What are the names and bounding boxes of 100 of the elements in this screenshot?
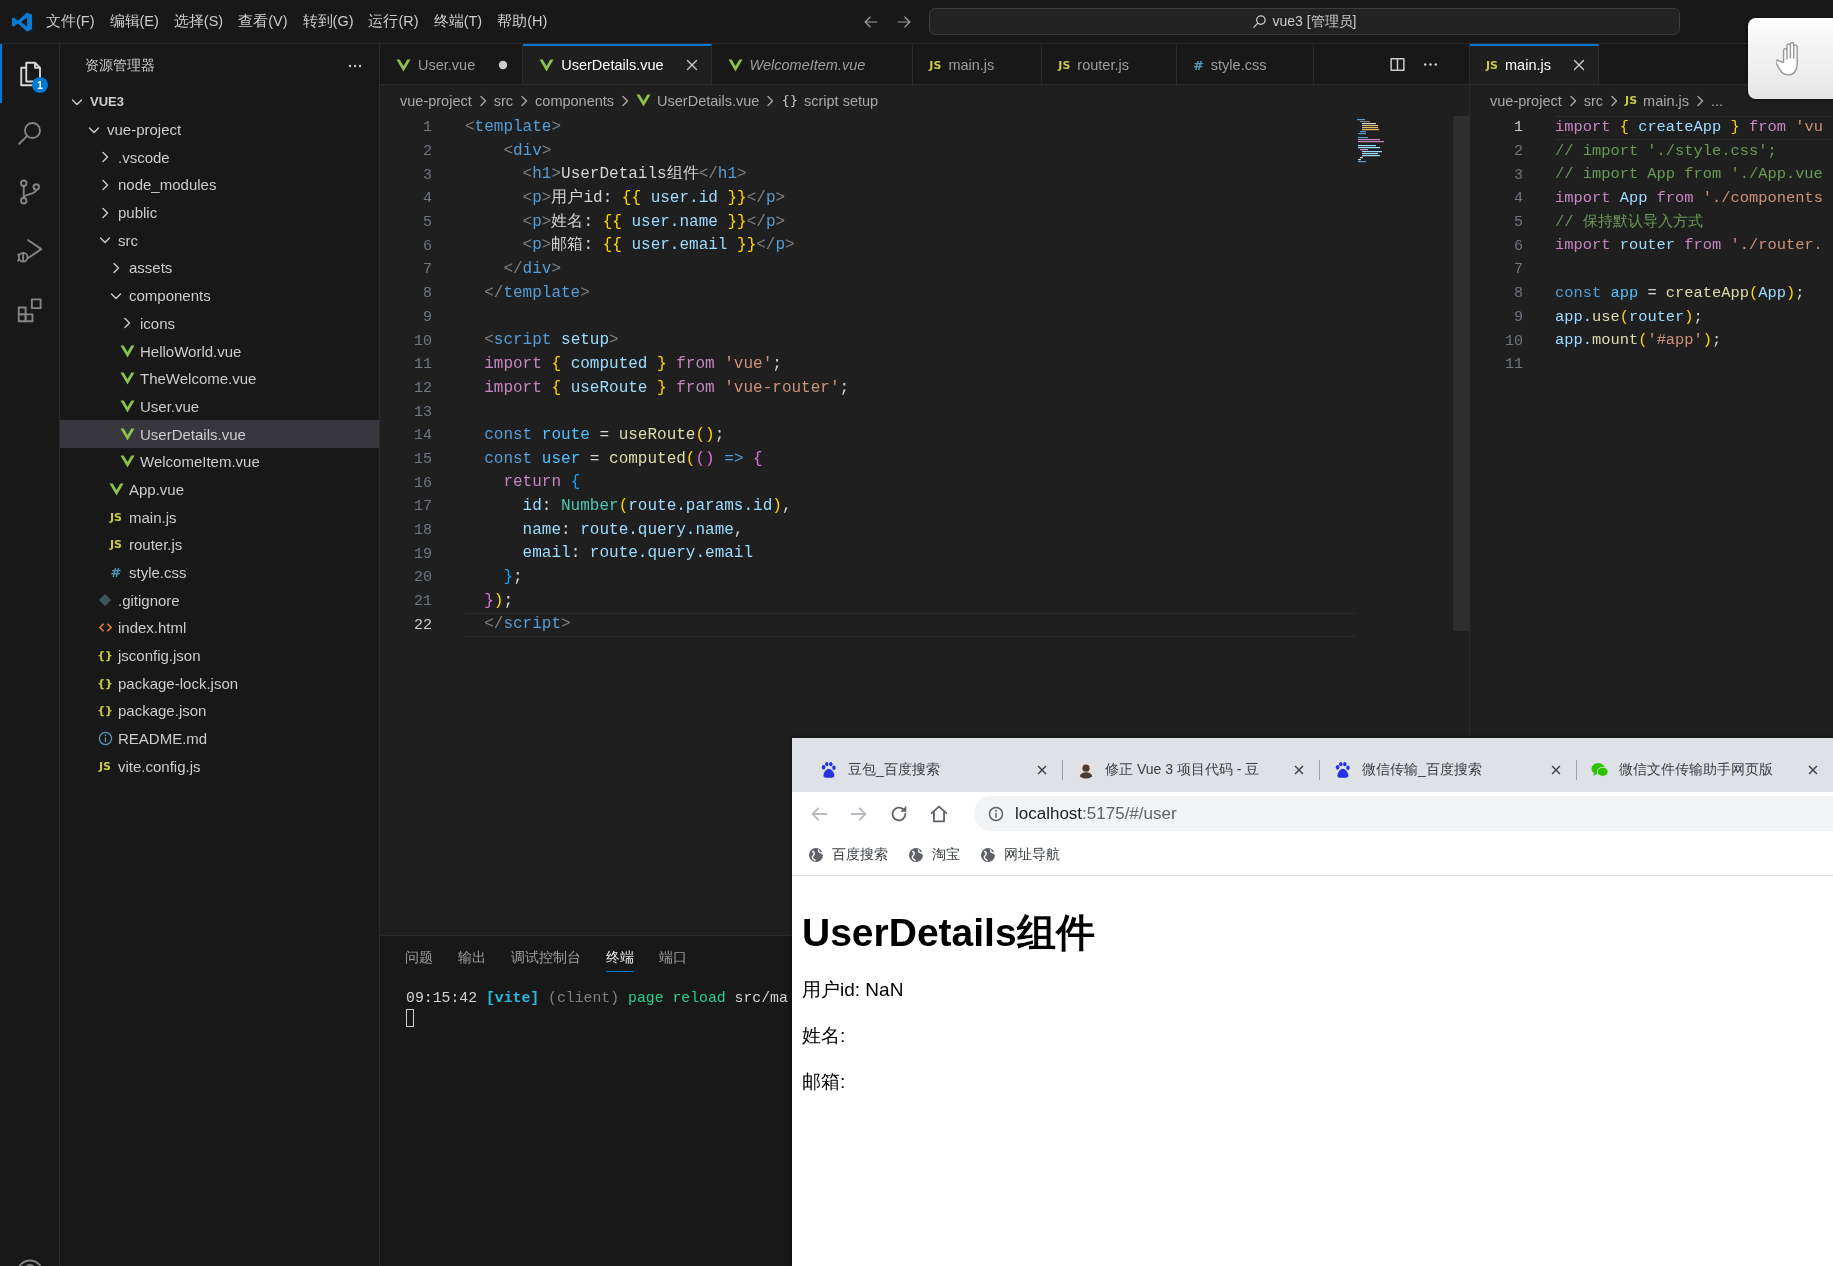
menu-item[interactable]: 查看(V) bbox=[238, 12, 288, 31]
search-field[interactable]: vue3 [管理员] bbox=[929, 8, 1680, 35]
tree-item[interactable]: README.md bbox=[60, 724, 379, 753]
panel-tab[interactable]: 问题 bbox=[405, 944, 433, 972]
file-icon: {} bbox=[97, 649, 113, 663]
tree-item[interactable]: {} jsconfig.json bbox=[60, 641, 379, 670]
code-line: }; bbox=[502, 567, 524, 589]
tree-item[interactable]: index.html bbox=[60, 614, 379, 642]
breadcrumb-item[interactable]: src bbox=[1583, 92, 1604, 109]
tree-item[interactable]: public bbox=[60, 198, 379, 227]
globe-icon bbox=[808, 847, 824, 863]
notification-badge: 1 bbox=[32, 77, 48, 93]
line-number: 4 bbox=[422, 190, 432, 208]
browser-tab[interactable]: 修正 Vue 3 项目代码 - 豆 bbox=[1063, 748, 1320, 792]
panel-tab[interactable]: 终端 bbox=[606, 944, 634, 972]
editor-tab[interactable]: JS main.js bbox=[1470, 44, 1599, 84]
code-line: import { useRoute } from 'vue-router'; bbox=[483, 377, 851, 399]
close-icon[interactable] bbox=[1806, 763, 1820, 777]
tree-item[interactable]: src bbox=[60, 226, 379, 255]
tree-item[interactable]: App.vue bbox=[60, 475, 379, 504]
paw-icon bbox=[1334, 761, 1352, 779]
tree-item[interactable]: {} package-lock.json bbox=[60, 669, 379, 698]
tree-item[interactable]: .gitignore bbox=[60, 586, 379, 615]
chat-bubble-icon bbox=[1591, 761, 1609, 779]
breadcrumb-item[interactable]: UserDetails.vue bbox=[636, 92, 760, 109]
bookmark[interactable]: 网址导航 bbox=[980, 846, 1060, 864]
file-icon: JS bbox=[110, 538, 122, 552]
tree-item[interactable]: assets bbox=[60, 254, 379, 282]
code-line: import { createApp } from 'vu bbox=[1555, 116, 1833, 140]
code-line: </div> bbox=[502, 259, 563, 281]
code-line: }); bbox=[483, 590, 515, 612]
tree-item[interactable]: User.vue bbox=[60, 392, 379, 421]
line-number: 7 bbox=[422, 261, 432, 279]
line-number: 21 bbox=[413, 593, 432, 611]
bookmark[interactable]: 百度搜索 bbox=[808, 846, 888, 864]
code-line: </template> bbox=[483, 282, 591, 304]
search-icon bbox=[1252, 14, 1268, 29]
breadcrumb-item[interactable]: {} script setup bbox=[781, 92, 879, 109]
browser-tab[interactable]: 微信文件传输助手网页版 bbox=[1577, 748, 1833, 792]
editor-tab[interactable]: UserDetails.vue bbox=[523, 44, 712, 84]
line-number: 18 bbox=[413, 522, 432, 540]
tree-item[interactable]: # style.css bbox=[60, 558, 379, 587]
code-line: <p>用户id: {{ user.id }}</p> bbox=[521, 187, 787, 210]
code-line: app.mount('#app'); bbox=[1555, 330, 1723, 352]
code-line: <script setup> bbox=[483, 330, 620, 352]
symbol-icon: {} bbox=[781, 93, 798, 108]
panel-tab[interactable]: 输出 bbox=[458, 944, 486, 972]
line-number: 2 bbox=[1513, 143, 1523, 161]
panel-tab[interactable]: 端口 bbox=[659, 944, 687, 972]
menu-item[interactable]: 转到(G) bbox=[302, 12, 354, 31]
breadcrumb-item[interactable]: components bbox=[535, 92, 615, 109]
menu-item[interactable]: 帮助(H) bbox=[497, 12, 548, 31]
split-editor-icon[interactable] bbox=[1389, 55, 1406, 73]
tree-item[interactable]: {} package.json bbox=[60, 697, 379, 725]
browser-tab[interactable]: 微信传输_百度搜索 bbox=[1320, 748, 1577, 792]
code-line: name: route.query.name, bbox=[521, 519, 745, 541]
tree-item[interactable]: JS router.js bbox=[60, 531, 379, 559]
code-line: const app = createApp(App); bbox=[1555, 282, 1806, 304]
bookmark[interactable]: 淘宝 bbox=[908, 846, 960, 864]
tree-item[interactable]: JS vite.config.js bbox=[60, 752, 379, 781]
panel-tab[interactable]: 调试控制台 bbox=[511, 944, 581, 972]
menu-item[interactable]: 文件(F) bbox=[46, 12, 95, 31]
breadcrumb-item[interactable]: vue-project bbox=[400, 92, 472, 109]
file-icon: JS bbox=[1625, 94, 1638, 107]
tree-item[interactable]: components bbox=[60, 281, 379, 310]
info-icon bbox=[988, 805, 1004, 822]
code-line: // import './style.css'; bbox=[1555, 140, 1778, 162]
menu-item[interactable]: 编辑(E) bbox=[109, 12, 159, 31]
breadcrumb-item[interactable]: JS main.js bbox=[1625, 92, 1690, 109]
tree-item[interactable]: WelcomeItem.vue bbox=[60, 447, 379, 476]
menu-item[interactable]: 选择(S) bbox=[173, 12, 224, 31]
breadcrumb-item[interactable]: src bbox=[493, 92, 514, 109]
code-line: <p>姓名: {{ user.name }}</p> bbox=[521, 211, 787, 233]
tree-item[interactable]: TheWelcome.vue bbox=[60, 364, 379, 393]
code-line: // 保持默认导入方式 bbox=[1555, 211, 1704, 233]
tree-item[interactable]: HelloWorld.vue bbox=[60, 337, 379, 365]
tree-item[interactable]: vue-project bbox=[60, 115, 379, 144]
file-icon: JS bbox=[1058, 58, 1071, 72]
tree-item[interactable]: JS main.js bbox=[60, 503, 379, 531]
close-icon[interactable] bbox=[1292, 763, 1306, 777]
breadcrumb-item[interactable]: ... bbox=[1711, 92, 1724, 109]
address-bar[interactable]: localhost:5175/#/user bbox=[974, 796, 1833, 831]
close-icon[interactable] bbox=[1035, 763, 1049, 777]
code-line: email: route.query.email bbox=[521, 543, 755, 565]
close-icon[interactable] bbox=[1549, 763, 1563, 777]
file-icon bbox=[539, 57, 555, 73]
line-number: 1 bbox=[422, 119, 432, 137]
tree-item[interactable]: .vscode bbox=[60, 143, 379, 172]
tree-item[interactable]: VUE3 bbox=[60, 88, 379, 116]
tree-item[interactable]: node_modules bbox=[60, 171, 379, 199]
line-number: 9 bbox=[422, 308, 432, 326]
menu-item[interactable]: 运行(R) bbox=[368, 12, 419, 31]
code-line: </script> bbox=[465, 613, 1355, 638]
code-line: return { bbox=[502, 472, 582, 494]
browser-tab[interactable]: 豆包_百度搜索 bbox=[806, 748, 1063, 792]
tree-item[interactable]: icons bbox=[60, 309, 379, 338]
tree-item[interactable]: UserDetails.vue bbox=[60, 420, 379, 448]
breadcrumb-item[interactable]: vue-project bbox=[1490, 92, 1562, 109]
menu-item[interactable]: 终端(T) bbox=[433, 12, 483, 31]
file-icon bbox=[119, 454, 135, 470]
